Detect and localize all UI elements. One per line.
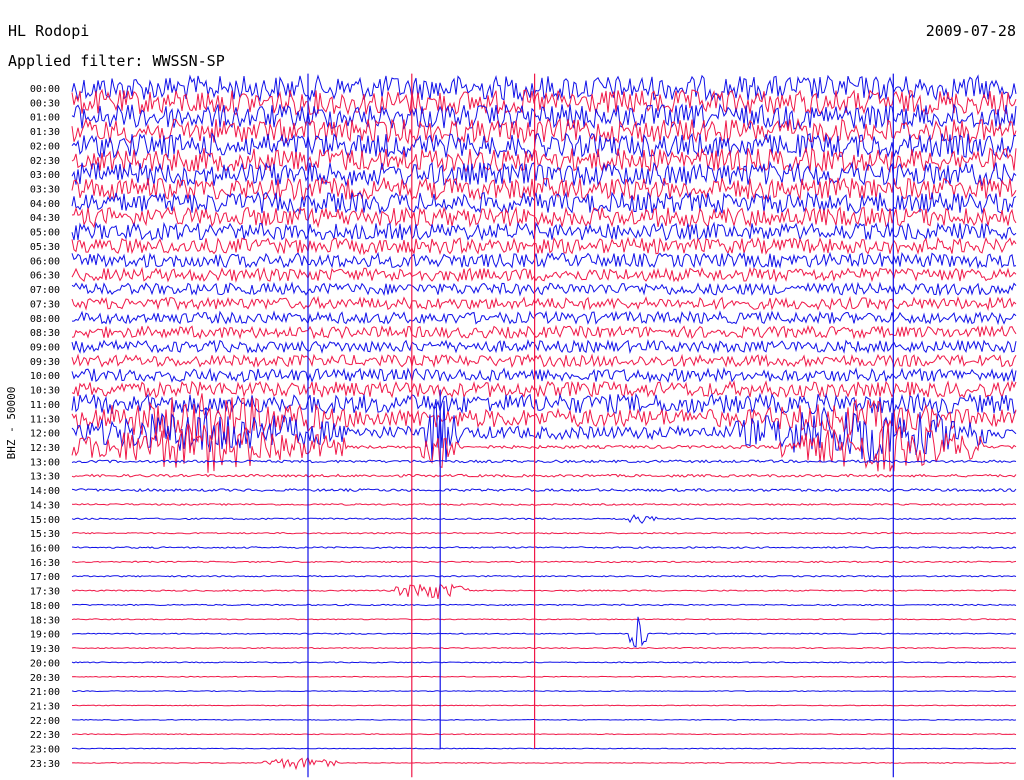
channel-label: BHZ - 50000 [5,387,18,460]
trace-line [71,618,1017,621]
time-label: 13:30 [30,472,60,483]
station-name: HL Rodopi [8,22,89,40]
time-label: 09:00 [30,343,60,354]
time-label: 20:30 [30,673,60,684]
time-label: 10:30 [30,386,60,397]
trace-line [71,379,1017,399]
time-label: 08:30 [30,328,60,339]
trace-line [71,503,1017,506]
time-label: 03:30 [30,185,60,196]
trace-line [71,353,1017,369]
trace-line [71,488,1017,493]
time-label: 07:30 [30,299,60,310]
trace-line [71,661,1017,664]
time-label: 00:00 [30,84,60,95]
trace-line [71,205,1017,229]
time-label: 14:30 [30,500,60,511]
trace-line [71,236,1017,256]
trace-line [71,603,1017,607]
trace-line [71,718,1017,721]
time-label: 18:00 [30,601,60,612]
trace-line [71,281,1017,297]
time-label: 14:00 [30,486,60,497]
trace-line [71,646,1016,650]
time-label: 23:30 [30,759,60,770]
time-label: 20:00 [30,658,60,669]
trace-line [71,583,1017,599]
trace-line [71,690,1017,693]
trace-line [71,324,1017,340]
time-label: 21:00 [30,687,60,698]
time-label: 12:00 [30,429,60,440]
trace-line [71,560,1017,564]
trace-line [71,266,1017,283]
time-label: 21:30 [30,702,60,713]
trace-lines [71,74,1017,771]
time-label: 07:00 [30,285,60,296]
time-label: 02:30 [30,156,60,167]
time-label: 15:00 [30,515,60,526]
time-label: 19:00 [30,630,60,641]
time-label: 02:00 [30,141,60,152]
trace-line [71,366,1017,384]
trace-line [71,733,1017,736]
time-label: 08:00 [30,314,60,325]
trace-line [71,531,1017,535]
trace-line [71,221,1017,242]
trace-line [71,747,1016,750]
trace-line [71,514,1017,524]
time-label: 06:30 [30,271,60,282]
time-label: 19:30 [30,644,60,655]
trace-line [71,338,1017,355]
time-label: 04:00 [30,199,60,210]
trace-line [72,704,1017,707]
time-label: 16:30 [30,558,60,569]
trace-line [72,310,1017,326]
time-label: 09:30 [30,357,60,368]
filter-label: Applied filter: WWSSN-SP [8,52,225,70]
time-label: 01:00 [30,113,60,124]
trace-line [71,251,1017,270]
trace-line [71,616,1017,648]
time-label: 01:30 [30,127,60,138]
trace-line [71,575,1017,578]
time-label: 04:30 [30,213,60,224]
time-label: 00:30 [30,98,60,109]
trace-line [71,74,1017,103]
trace-line [71,675,1017,678]
time-label: 05:00 [30,228,60,239]
time-label: 23:00 [30,745,60,756]
time-label: 05:30 [30,242,60,253]
time-label: 22:00 [30,716,60,727]
time-label: 10:00 [30,371,60,382]
record-date: 2009-07-28 [926,22,1016,40]
trace-line [71,756,1017,771]
time-label: 18:30 [30,615,60,626]
time-label: 22:30 [30,730,60,741]
time-label: 06:00 [30,256,60,267]
time-label: 17:00 [30,572,60,583]
time-label: 12:30 [30,443,60,454]
time-label: 13:00 [30,457,60,468]
time-label: 15:30 [30,529,60,540]
time-label: 17:30 [30,587,60,598]
trace-line [71,546,1017,549]
time-label: 11:30 [30,414,60,425]
time-label: 11:00 [30,400,60,411]
trace-line [71,473,1017,478]
time-labels: 00:00 00:30 01:00 01:30 02:00 02:30 03:00 03:30… [30,84,60,770]
time-label: 16:00 [30,544,60,555]
helicorder-plot: HL Rodopi 2009-07-28 Applied filter: WWS… [5,22,1017,778]
trace-line [71,295,1017,311]
trace-line [71,146,1017,173]
time-label: 03:00 [30,170,60,181]
trace-line [71,191,1017,215]
